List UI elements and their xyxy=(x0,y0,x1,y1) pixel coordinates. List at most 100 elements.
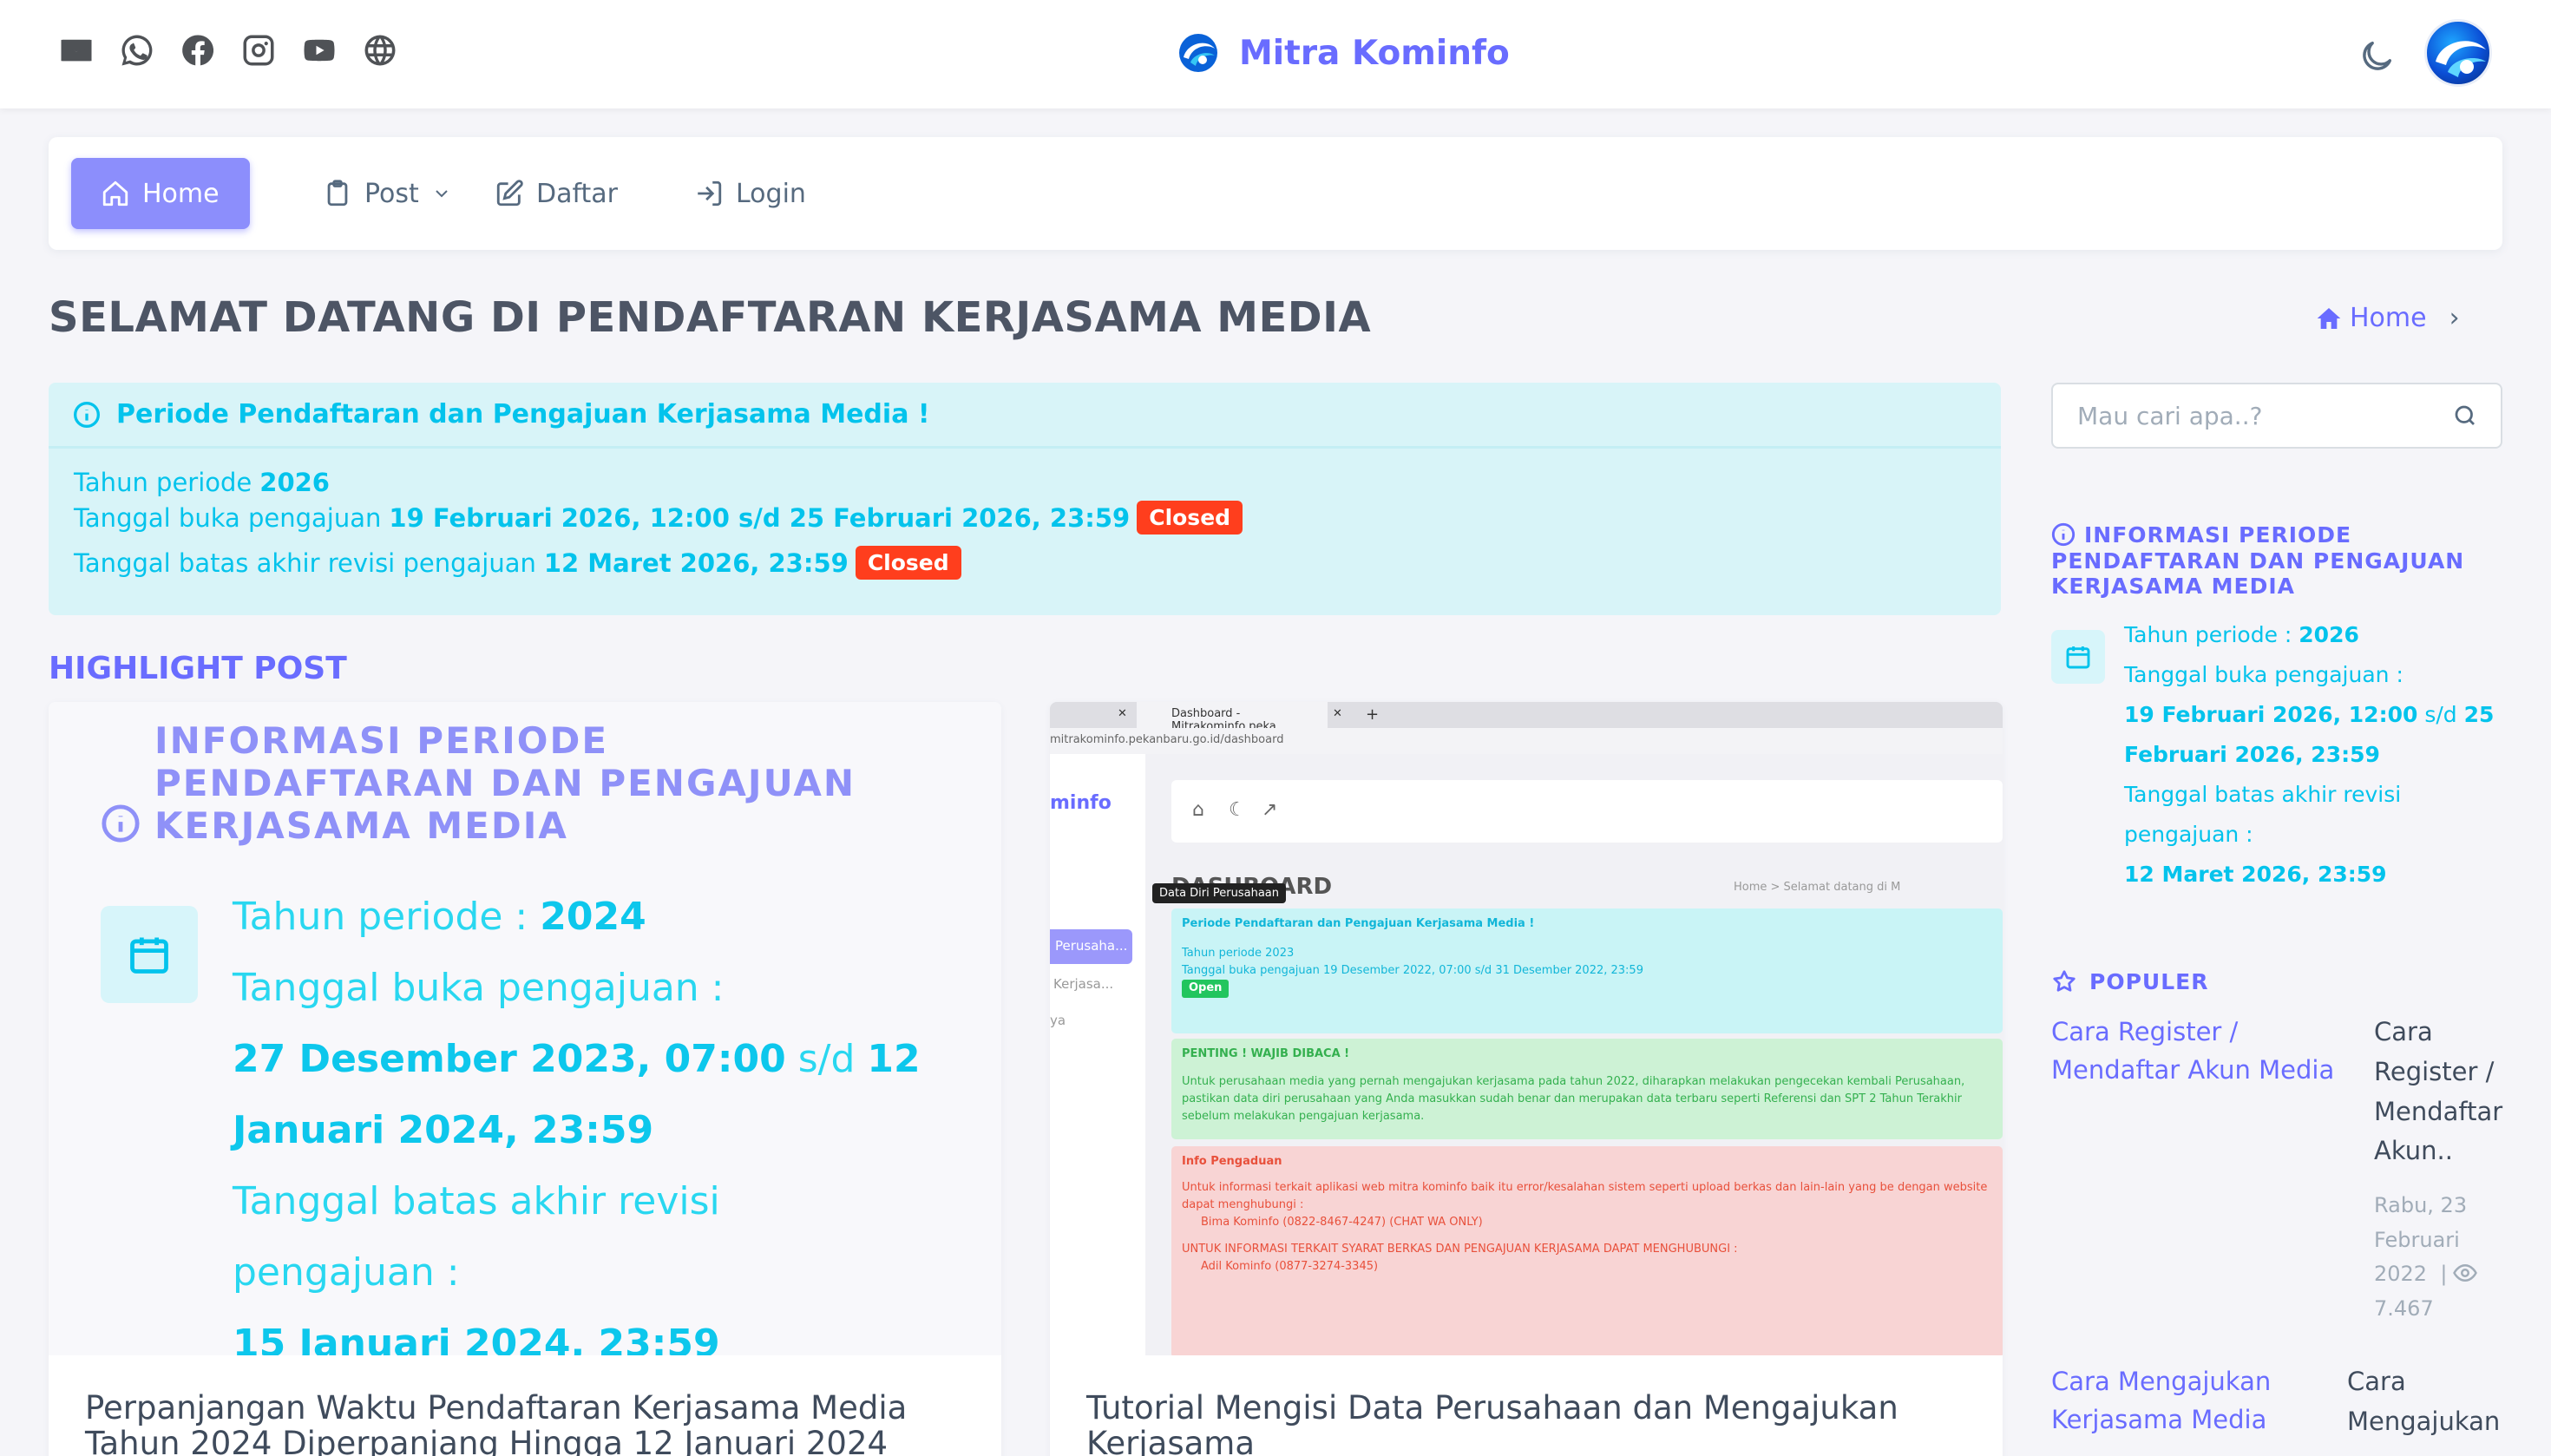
image-year-value: 2024 xyxy=(540,895,646,939)
new-tab-icon: + xyxy=(1366,705,1380,724)
popular-link-line: Cara Register / xyxy=(2051,1017,2239,1046)
kominfo-logo-icon xyxy=(1179,34,1217,72)
instagram-icon[interactable] xyxy=(239,31,278,69)
popular-link-line: Mendaftar Akun Media xyxy=(2051,1054,2335,1085)
image-revision-label-b: pengajuan : xyxy=(233,1250,460,1295)
screenshot-navbar: ⌂ ☾ ↗ xyxy=(1171,780,2003,843)
popular-meta: Rabu, 23 Februari 2022 | 7.467 xyxy=(2374,1189,2504,1326)
user-avatar[interactable] xyxy=(2424,19,2492,87)
mail-icon[interactable] xyxy=(57,31,95,69)
period-alert: Periode Pendaftaran dan Pengajuan Kerjas… xyxy=(49,383,2001,615)
alert-year: Tahun periode 2026 xyxy=(74,468,338,497)
sidebar-open-value-c-text: Februari 2026, 23:59 xyxy=(2124,742,2380,767)
popular-title[interactable]: Cara Mengajukan xyxy=(2347,1362,2500,1442)
sidebar-year-label: Tahun periode : xyxy=(2124,622,2292,647)
facebook-icon[interactable] xyxy=(179,31,217,69)
nav-post[interactable]: Post xyxy=(323,158,452,229)
top-bar: Mitra Kominfo xyxy=(0,0,2551,108)
browser-tab: Dashboard - Mitrakominfo.peka xyxy=(1137,702,1328,733)
sidebar-revision-value: 12 Maret 2026, 23:59 xyxy=(2124,862,2387,887)
nav-daftar-label: Daftar xyxy=(536,178,618,209)
popular-link[interactable]: Cara Register / Mendaftar Akun Media xyxy=(2051,1013,2334,1089)
youtube-icon[interactable] xyxy=(300,31,338,69)
alert-header: Periode Pendaftaran dan Pengajuan Kerjas… xyxy=(49,383,2001,449)
image-heading: INFORMASI PERIODE PENDAFTARAN DAN PENGAJ… xyxy=(101,719,901,847)
alert-open-label: Tanggal buka pengajuan xyxy=(74,502,382,533)
brand-name: Mitra Kominfo xyxy=(1239,33,1510,73)
social-links xyxy=(57,31,399,69)
popular-date-line: Februari xyxy=(2374,1227,2460,1252)
tab-close-icon: ✕ xyxy=(1118,707,1127,720)
popular-title-line: Mendaftar xyxy=(2374,1096,2503,1126)
highlight-card[interactable]: ✕ Dashboard - Mitrakominfo.peka ✕ + mitr… xyxy=(1050,702,2003,1456)
popular-link-line: Kerjasama Media xyxy=(2051,1404,2267,1434)
image-open-value-b: 12 xyxy=(867,1037,921,1081)
whatsapp-icon[interactable] xyxy=(118,31,156,69)
status-badge: Closed xyxy=(855,546,961,580)
popular-title-line: Register / xyxy=(2374,1056,2495,1086)
popular-date-views: 2022 | xyxy=(2374,1257,2504,1292)
sidebar-open-value-b: 25 xyxy=(2463,702,2495,727)
popular-title-line: Akun.. xyxy=(2374,1136,2453,1166)
popular-date-year: 2022 xyxy=(2374,1262,2428,1287)
star-icon xyxy=(2053,970,2076,992)
brand[interactable]: Mitra Kominfo xyxy=(1177,31,1510,75)
search-input[interactable]: Mau cari apa..? xyxy=(2051,383,2502,449)
globe-icon[interactable] xyxy=(361,31,399,69)
screenshot-crumb: Home > Selamat datang di M xyxy=(1734,881,1901,894)
screenshot-box1-line2: Tanggal buka pengajuan 19 Desember 2022,… xyxy=(1182,964,1643,978)
screenshot-alert-info: Periode Pendaftaran dan Pengajuan Kerjas… xyxy=(1171,908,2003,1033)
image-open-label: Tanggal buka pengajuan : xyxy=(233,966,725,1010)
popular-link[interactable]: Cara Mengajukan Kerjasama Media xyxy=(2051,1363,2271,1439)
breadcrumb-home[interactable]: Home xyxy=(2350,303,2427,333)
highlight-card[interactable]: INFORMASI PERIODE PENDAFTARAN DAN PENGAJ… xyxy=(49,702,1001,1456)
alert-revision-value: 12 Maret 2026, 23:59 xyxy=(543,548,849,578)
screenshot-box3-text2: UNTUK INFORMASI TERKAIT SYARAT BERKAS DA… xyxy=(1182,1242,1738,1256)
screenshot-box3-title: Info Pengaduan xyxy=(1182,1155,1282,1168)
edit-icon xyxy=(496,180,523,207)
search-icon[interactable] xyxy=(2452,403,2478,429)
screenshot-box3-item2: Adil Kominfo (0877-3274-3345) xyxy=(1201,1259,1379,1273)
image-open-value-c-text: Januari 2024, 23:59 xyxy=(233,1108,654,1152)
sidebar-year-value: 2026 xyxy=(2299,622,2359,647)
card-title[interactable]: Tutorial Mengisi Data Perusahaan dan Men… xyxy=(1086,1390,1971,1456)
popular-title[interactable]: Cara Register / Mendaftar Akun.. xyxy=(2374,1013,2502,1171)
home-icon xyxy=(2317,307,2341,329)
popular-date-line: Rabu, 23 xyxy=(2374,1193,2468,1217)
nav-post-label: Post xyxy=(364,178,419,209)
image-open-sd: s/d xyxy=(797,1037,856,1081)
login-icon xyxy=(698,180,722,207)
sidebar-info-heading-text: INFORMASI PERIODE PENDAFTARAN DAN PENGAJ… xyxy=(2051,522,2465,599)
screenshot-sidebar-item: Kerjasa... xyxy=(1053,976,1114,992)
sidebar-year: Tahun periode : 2026 xyxy=(2124,622,2359,647)
image-year-label: Tahun periode : xyxy=(233,895,528,939)
tab-close-icon: ✕ xyxy=(1333,707,1342,720)
screenshot-alert-success: PENTING ! WAJIB DIBACA ! Untuk perusahaa… xyxy=(1171,1039,2003,1139)
sidebar-revision-label-a: Tanggal batas akhir revisi xyxy=(2124,782,2402,807)
dark-mode-toggle-icon[interactable] xyxy=(2357,36,2397,76)
search-placeholder: Mau cari apa..? xyxy=(2077,401,2263,430)
highlight-heading: HIGHLIGHT POST xyxy=(49,651,347,686)
card-title[interactable]: Perpanjangan Waktu Pendaftaran Kerjasama… xyxy=(85,1390,970,1456)
nav-login[interactable]: Login xyxy=(694,158,806,229)
nav-daftar[interactable]: Daftar xyxy=(495,158,618,229)
external-icon: ↗ xyxy=(1262,799,1278,821)
image-open-value-c: Januari 2024, 23:59 xyxy=(233,1108,653,1152)
avatar-logo-icon xyxy=(2436,41,2486,77)
popular-link-line: Cara Mengajukan xyxy=(2051,1367,2272,1396)
page-title: SELAMAT DATANG DI PENDAFTARAN KERJASAMA … xyxy=(49,293,1372,342)
calendar-icon xyxy=(101,906,198,1003)
nav-home[interactable]: Home xyxy=(71,158,250,229)
info-icon xyxy=(2051,522,2076,547)
screenshot-sidebar-active: Perusaha... xyxy=(1050,929,1132,964)
nav-home-label: Home xyxy=(142,178,220,209)
sidebar-info-heading: INFORMASI PERIODE PENDAFTARAN DAN PENGAJ… xyxy=(2051,522,2485,600)
chevron-down-icon xyxy=(436,190,448,198)
image-revision-label-a: Tanggal batas akhir revisi xyxy=(233,1179,720,1223)
sidebar-open-value-c: Februari 2026, 23:59 xyxy=(2124,742,2380,767)
popular-title-line: Cara xyxy=(2347,1367,2406,1396)
alert-revision: Tanggal batas akhir revisi pengajuan 12 M… xyxy=(74,546,961,580)
sidebar-open-label: Tanggal buka pengajuan : xyxy=(2124,662,2403,687)
alert-title: Periode Pendaftaran dan Pengajuan Kerjas… xyxy=(116,399,930,430)
screenshot-box3-text: Untuk informasi terkait aplikasi web mit… xyxy=(1182,1181,1988,1212)
